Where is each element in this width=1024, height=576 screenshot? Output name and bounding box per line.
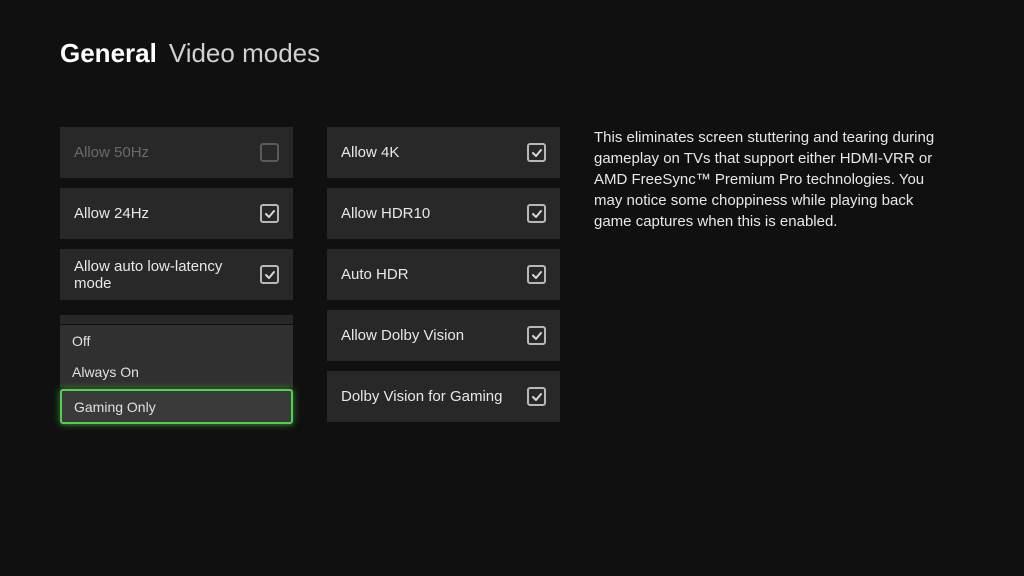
checkbox-icon (527, 326, 546, 345)
checkbox-icon (527, 204, 546, 223)
option-allow-hdr10[interactable]: Allow HDR10 (327, 188, 560, 239)
header-category: General (60, 38, 157, 69)
dropdown-item-off[interactable]: Off (60, 325, 293, 356)
option-dolby-vision-gaming[interactable]: Dolby Vision for Gaming (327, 371, 560, 422)
vrr-dropdown-panel: Off Always On Gaming Only (60, 315, 293, 426)
checkbox-icon (260, 143, 279, 162)
content-area: Allow 50Hz Allow 24Hz Allow auto low-lat… (0, 69, 1024, 422)
option-auto-hdr[interactable]: Auto HDR (327, 249, 560, 300)
option-label: Allow Dolby Vision (341, 327, 464, 344)
option-label: Allow 50Hz (74, 144, 149, 161)
checkbox-icon (260, 204, 279, 223)
page-header: General Video modes (0, 0, 1024, 69)
dropdown-item-always-on[interactable]: Always On (60, 356, 293, 387)
description-text: This eliminates screen stuttering and te… (594, 127, 964, 422)
dropdown-item-gaming-only[interactable]: Gaming Only (60, 389, 293, 424)
option-allow-24hz[interactable]: Allow 24Hz (60, 188, 293, 239)
option-label: Dolby Vision for Gaming (341, 388, 502, 405)
checkbox-icon (527, 143, 546, 162)
option-label: Allow 24Hz (74, 205, 149, 222)
options-columns: Allow 50Hz Allow 24Hz Allow auto low-lat… (60, 127, 560, 422)
right-column: Allow 4K Allow HDR10 Auto HDR Allow Dolb… (327, 127, 560, 422)
checkbox-icon (260, 265, 279, 284)
option-allow-50hz[interactable]: Allow 50Hz (60, 127, 293, 178)
header-title: Video modes (169, 38, 320, 69)
option-label: Allow HDR10 (341, 205, 430, 222)
dropdown-peek (60, 315, 293, 325)
left-column: Allow 50Hz Allow 24Hz Allow auto low-lat… (60, 127, 293, 422)
option-label: Allow 4K (341, 144, 399, 161)
option-allow-dolby-vision[interactable]: Allow Dolby Vision (327, 310, 560, 361)
option-allow-4k[interactable]: Allow 4K (327, 127, 560, 178)
option-label: Allow auto low-latency mode (74, 258, 260, 292)
checkbox-icon (527, 265, 546, 284)
option-auto-low-latency[interactable]: Allow auto low-latency mode (60, 249, 293, 300)
option-label: Auto HDR (341, 266, 409, 283)
checkbox-icon (527, 387, 546, 406)
